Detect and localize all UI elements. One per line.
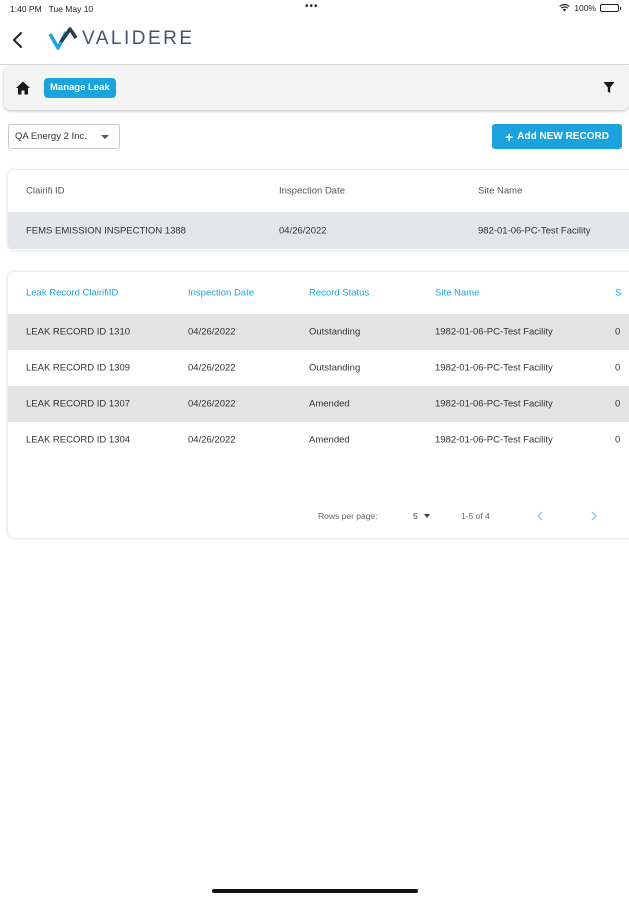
- table-cell: 982-01-06-PC-Test Facility: [478, 225, 591, 236]
- app-header: VALIDERE: [0, 22, 629, 64]
- battery-percent: 100%: [574, 3, 596, 13]
- column-header[interactable]: Site Name: [435, 288, 479, 299]
- table-row[interactable]: LEAK RECORD ID 1304 04/26/2022 Amended 1…: [8, 422, 629, 458]
- rows-per-page-caret-icon[interactable]: [424, 514, 430, 518]
- column-header[interactable]: S: [615, 288, 621, 299]
- table-cell: 04/26/2022: [188, 434, 236, 446]
- status-right: 100%: [559, 3, 621, 13]
- table-cell: 0: [615, 326, 621, 338]
- status-time: 1:40 PM Tue May 10: [10, 4, 94, 14]
- status-bar: 1:40 PM Tue May 10 ••• 100%: [0, 0, 629, 18]
- table-cell: 1982-01-06-PC-Test Facility: [435, 362, 553, 374]
- inspection-table-header: Clairifi ID Inspection Date Site Name: [8, 170, 629, 212]
- validere-logo-mark-icon: [48, 27, 78, 50]
- table-cell: 0: [615, 398, 621, 410]
- column-header[interactable]: Inspection Date: [279, 186, 345, 197]
- table-cell: 04/26/2022: [188, 398, 236, 410]
- home-icon[interactable]: [15, 80, 31, 96]
- column-header[interactable]: Inspection Date: [188, 288, 254, 299]
- next-page-icon[interactable]: [587, 509, 601, 523]
- table-cell: LEAK RECORD ID 1304: [26, 434, 131, 446]
- breadcrumb-manage-leak[interactable]: Manage Leak: [44, 78, 116, 98]
- chevron-down-icon: [101, 135, 109, 139]
- table-row[interactable]: LEAK RECORD ID 1307 04/26/2022 Amended 1…: [8, 386, 629, 422]
- leak-records-table: Leak Record ClairifiID Inspection Date R…: [8, 272, 629, 538]
- table-cell: 04/26/2022: [279, 225, 327, 236]
- company-select[interactable]: QA Energy 2 Inc.: [8, 124, 120, 149]
- column-header[interactable]: Record Status: [309, 288, 369, 299]
- table-row[interactable]: LEAK RECORD ID 1310 04/26/2022 Outstandi…: [8, 314, 629, 350]
- company-select-value: QA Energy 2 Inc.: [15, 131, 87, 142]
- add-new-record-button[interactable]: + Add NEW RECORD: [492, 124, 622, 149]
- home-indicator[interactable]: [212, 889, 418, 893]
- pagination: Rows per page: 5 1-5 of 4: [0, 510, 629, 524]
- battery-icon: [600, 4, 621, 12]
- table-cell: 1982-01-06-PC-Test Facility: [435, 398, 553, 410]
- table-cell: 1982-01-06-PC-Test Facility: [435, 434, 553, 446]
- table-cell: 0: [615, 362, 621, 374]
- table-row[interactable]: LEAK RECORD ID 1309 04/26/2022 Outstandi…: [8, 350, 629, 386]
- validere-logo: VALIDERE: [48, 26, 195, 52]
- page-range: 1-5 of 4: [461, 511, 490, 521]
- table-cell: Outstanding: [309, 362, 361, 374]
- filter-icon[interactable]: [603, 81, 615, 94]
- table-cell: LEAK RECORD ID 1307: [26, 398, 131, 410]
- table-cell: LEAK RECORD ID 1309: [26, 362, 131, 374]
- column-header[interactable]: Clairifi ID: [26, 186, 65, 197]
- header-divider: [0, 64, 629, 65]
- logo-text: VALIDERE: [82, 28, 195, 49]
- table-cell: Amended: [309, 434, 350, 446]
- leak-table-header: Leak Record ClairifiID Inspection Date R…: [8, 272, 629, 314]
- table-cell: FEMS EMISSION INSPECTION 1388: [26, 225, 186, 236]
- column-header[interactable]: Site Name: [478, 186, 522, 197]
- table-cell: 04/26/2022: [188, 362, 236, 374]
- previous-page-icon[interactable]: [533, 509, 547, 523]
- table-cell: 0: [615, 434, 621, 446]
- column-header[interactable]: Leak Record ClairifiID: [26, 288, 118, 299]
- plus-icon: +: [505, 128, 514, 145]
- table-cell: 04/26/2022: [188, 326, 236, 338]
- wifi-icon: [559, 4, 571, 12]
- back-chevron-icon[interactable]: [10, 30, 26, 50]
- inspection-table: Clairifi ID Inspection Date Site Name FE…: [8, 170, 629, 250]
- table-cell: Outstanding: [309, 326, 361, 338]
- breadcrumb-toolbar: Manage Leak: [4, 66, 629, 110]
- table-cell: Amended: [309, 398, 350, 410]
- table-cell: LEAK RECORD ID 1310: [26, 326, 131, 338]
- inspection-row-selected[interactable]: FEMS EMISSION INSPECTION 1388 04/26/2022…: [8, 212, 629, 249]
- rows-per-page-label: Rows per page:: [318, 511, 378, 521]
- table-cell: 1982-01-06-PC-Test Facility: [435, 326, 553, 338]
- rows-per-page-select[interactable]: 5: [413, 511, 418, 521]
- add-new-record-label: Add NEW RECORD: [517, 131, 609, 142]
- multitask-dots[interactable]: •••: [305, 1, 319, 12]
